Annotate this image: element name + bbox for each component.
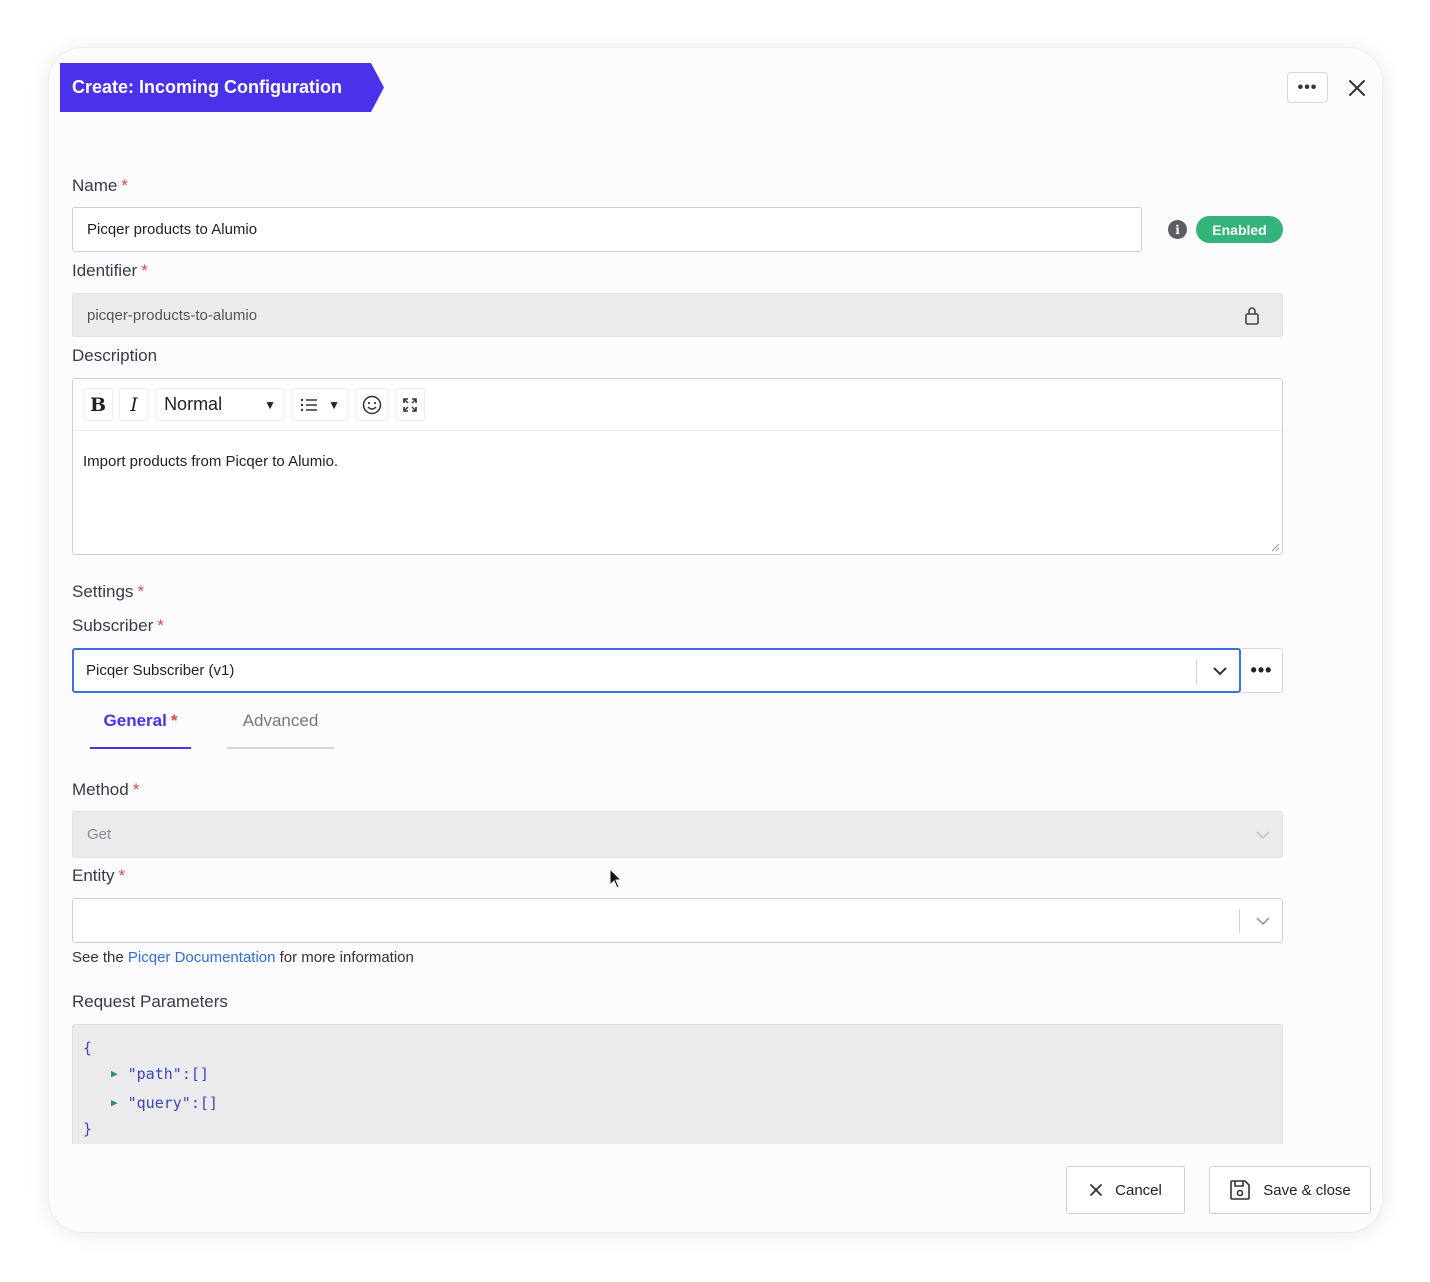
caret-down-icon: ▼ [328, 397, 340, 412]
json-close-brace: } [83, 1120, 93, 1138]
format-select-value: Normal [164, 394, 223, 414]
json-entry-path[interactable]: ▶ "path" : [] [83, 1059, 1272, 1088]
entity-select[interactable] [72, 898, 1283, 943]
resize-grip-icon[interactable] [1270, 542, 1280, 552]
subscriber-select[interactable]: Picqer Subscriber (v1) [72, 648, 1241, 693]
fullscreen-button[interactable] [395, 388, 426, 421]
settings-label: Settings * [72, 582, 145, 601]
save-close-button[interactable]: Save & close [1209, 1166, 1371, 1214]
identifier-label: Identifier * [72, 261, 148, 280]
subscriber-more-button[interactable]: ••• [1241, 648, 1283, 693]
caret-down-icon: ▼ [264, 397, 277, 412]
name-input[interactable]: Picqer products to Alumio [72, 207, 1142, 252]
save-close-label: Save & close [1263, 1181, 1351, 1199]
entity-label: Entity * [72, 866, 126, 885]
identifier-input: picqer-products-to-alumio [72, 293, 1283, 337]
expand-triangle-icon[interactable]: ▶ [111, 1096, 118, 1109]
list-icon [300, 398, 318, 411]
subscriber-label: Subscriber * [72, 616, 164, 635]
more-dots-icon: ••• [1250, 660, 1273, 680]
entity-help-text: See the Picqer Documentation for more in… [72, 949, 414, 966]
close-icon [1349, 80, 1365, 96]
description-editor: B I Normal ▼ ▼ Import products from Picq… [72, 378, 1283, 555]
mouse-cursor-icon [609, 868, 623, 889]
editor-toolbar: B I Normal ▼ ▼ [73, 379, 1282, 431]
status-badge[interactable]: Enabled [1196, 216, 1283, 243]
bold-button[interactable]: B [83, 388, 114, 421]
emoji-button[interactable] [355, 388, 390, 421]
cancel-label: Cancel [1115, 1181, 1162, 1199]
subscriber-value: Picqer Subscriber (v1) [86, 662, 235, 679]
format-select[interactable]: Normal ▼ [155, 388, 286, 421]
tab-general[interactable]: General * [90, 711, 191, 749]
method-select: Get [72, 811, 1283, 858]
italic-button[interactable]: I [119, 388, 150, 421]
close-icon [1090, 1184, 1103, 1196]
tab-advanced[interactable]: Advanced [227, 711, 334, 749]
chevron-down-icon[interactable] [1212, 664, 1228, 678]
description-text[interactable]: Import products from Picqer to Alumio. [73, 431, 1282, 492]
chevron-down-icon [1256, 831, 1270, 840]
expand-icon [403, 397, 417, 412]
select-divider [1239, 909, 1240, 933]
request-parameters-label: Request Parameters [72, 992, 228, 1011]
method-value: Get [87, 826, 112, 843]
expand-triangle-icon[interactable]: ▶ [111, 1067, 118, 1080]
json-entry-query[interactable]: ▶ "query" : [] [83, 1088, 1272, 1117]
identifier-value: picqer-products-to-alumio [87, 306, 258, 324]
name-label: Name * [72, 176, 128, 195]
info-icon[interactable]: i [1168, 220, 1187, 239]
modal-more-button[interactable]: ••• [1287, 72, 1328, 103]
list-button[interactable]: ▼ [291, 388, 350, 421]
create-configuration-modal: Create: Incoming Configuration ••• Name *… [49, 48, 1382, 1232]
json-open-brace: { [83, 1039, 93, 1057]
method-label: Method * [72, 780, 140, 799]
smiley-icon [362, 395, 382, 414]
more-dots-icon: ••• [1297, 78, 1318, 96]
chevron-down-icon[interactable] [1255, 914, 1271, 928]
lock-icon [1245, 307, 1259, 325]
select-divider [1196, 660, 1197, 684]
cancel-button[interactable]: Cancel [1066, 1166, 1185, 1214]
save-icon [1230, 1180, 1251, 1200]
request-parameters-editor[interactable]: { ▶ "path" : [] ▶ "query" : [] } [72, 1024, 1283, 1144]
description-label: Description [72, 346, 158, 365]
close-button[interactable] [1345, 76, 1369, 100]
modal-title: Create: Incoming Configuration [60, 63, 384, 112]
picqer-documentation-link[interactable]: Picqer Documentation [128, 949, 276, 966]
